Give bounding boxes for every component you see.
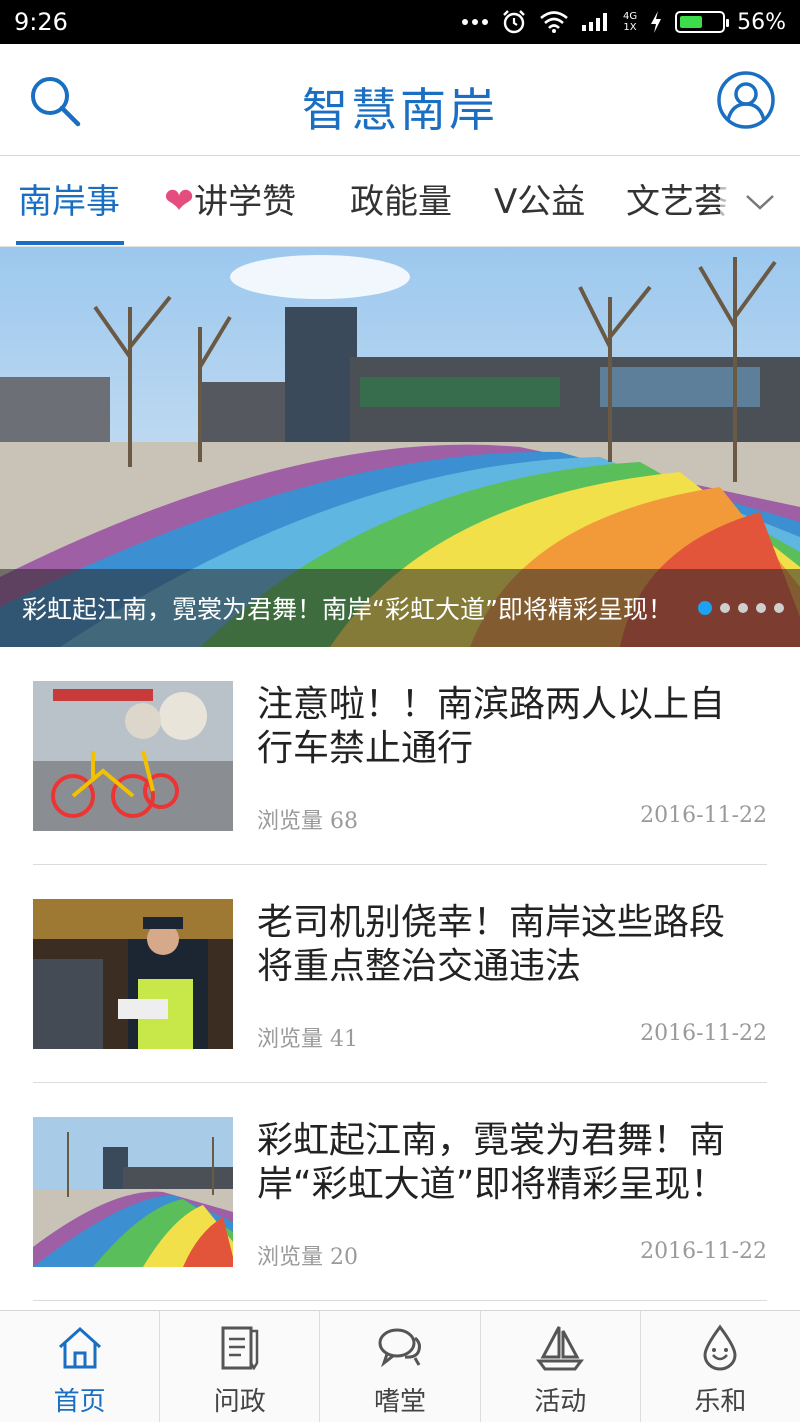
news-date: 2016-11-22 (640, 1021, 767, 1046)
news-thumbnail (33, 899, 233, 1049)
news-item[interactable]: 注意啦！！南滨路两人以上自行车禁止通行 浏览量 68 2016-11-22 (33, 647, 767, 865)
tab-zheng-neng-liang[interactable]: 政能量 (350, 157, 452, 246)
carousel-dot[interactable] (774, 603, 784, 613)
carousel-dot[interactable] (756, 603, 766, 613)
bottom-nav: 首页 问政 嗜堂 活动 乐和 (0, 1310, 800, 1422)
chevron-down-icon[interactable] (720, 157, 800, 246)
nav-le-he[interactable]: 乐和 (641, 1311, 800, 1422)
status-time: 9:26 (14, 8, 68, 36)
carousel-dot[interactable] (698, 601, 712, 615)
user-profile-icon[interactable] (716, 70, 776, 130)
category-tabs: 南岸事 ❤讲学赞 政能量 V公益 文艺荟 (0, 157, 800, 247)
active-tab-indicator (16, 241, 124, 245)
news-title: 彩虹起江南，霓裳为君舞！南岸“彩虹大道”即将精彩呈现！ (257, 1120, 727, 1205)
document-icon (221, 1326, 259, 1371)
nav-label: 首页 (53, 1387, 106, 1417)
status-bar: 9:26 4G 1X 56% (0, 0, 800, 44)
tab-v-gong-yi[interactable]: V公益 (494, 157, 586, 246)
heart-icon: ❤ (164, 181, 195, 222)
water-drop-icon (703, 1324, 737, 1371)
battery-fill (680, 16, 703, 28)
carousel-dots (698, 601, 784, 615)
tab-nan-an-shi[interactable]: 南岸事 (18, 157, 120, 246)
tab-wen-yi[interactable]: 文艺荟 (626, 157, 728, 246)
battery-percent: 56% (737, 9, 786, 35)
tab-jiang-xue-zan[interactable]: ❤讲学赞 (164, 157, 297, 246)
banner-caption: 彩虹起江南，霓裳为君舞！南岸“彩虹大道”即将精彩呈现！ (0, 569, 800, 647)
network-type: 4G 1X (622, 11, 638, 33)
alarm-clock-icon (501, 9, 527, 35)
tab-label: 文艺荟 (626, 182, 728, 222)
news-item[interactable]: 彩虹起江南，霓裳为君舞！南岸“彩虹大道”即将精彩呈现！ 浏览量 20 2016-… (33, 1083, 767, 1301)
app-header: 智慧南岸 (0, 44, 800, 156)
tab-label: 政能量 (350, 182, 452, 222)
nav-label: 问政 (213, 1387, 266, 1417)
nav-label: 活动 (534, 1387, 587, 1417)
tab-label: V公益 (494, 182, 586, 222)
charging-icon (649, 10, 663, 34)
carousel-dot[interactable] (720, 603, 730, 613)
nav-label: 乐和 (694, 1387, 747, 1417)
signal-icon (581, 11, 611, 33)
nav-shi-tang[interactable]: 嗜堂 (320, 1311, 481, 1422)
news-date: 2016-11-22 (640, 1239, 767, 1264)
news-views: 浏览量 20 (257, 1245, 358, 1270)
banner-caption-text: 彩虹起江南，霓裳为君舞！南岸“彩虹大道”即将精彩呈现！ (22, 595, 673, 624)
tab-label: 讲学赞 (194, 182, 297, 222)
status-icons: 4G 1X 56% (461, 9, 786, 35)
news-views: 浏览量 68 (257, 809, 358, 834)
chat-icon (378, 1328, 421, 1368)
news-views: 浏览量 41 (257, 1027, 358, 1052)
news-title: 注意啦！！南滨路两人以上自行车禁止通行 (257, 684, 726, 769)
news-title: 老司机别侥幸！南岸这些路段将重点整治交通违法 (257, 902, 726, 987)
wifi-icon (539, 10, 569, 34)
news-item[interactable]: 老司机别侥幸！南岸这些路段将重点整治交通违法 浏览量 41 2016-11-22 (33, 865, 767, 1083)
nav-wen-zheng[interactable]: 问政 (160, 1311, 321, 1422)
more-dots-icon (461, 17, 489, 27)
battery-icon (675, 11, 730, 33)
tab-label: 南岸事 (18, 182, 120, 222)
nav-home[interactable]: 首页 (0, 1311, 161, 1422)
banner-carousel[interactable]: 彩虹起江南，霓裳为君舞！南岸“彩虹大道”即将精彩呈现！ (0, 247, 800, 647)
nav-huo-dong[interactable]: 活动 (481, 1311, 641, 1422)
news-thumbnail (33, 681, 233, 831)
sailboat-icon (536, 1326, 585, 1371)
carousel-dot[interactable] (738, 603, 748, 613)
page-title: 智慧南岸 (302, 83, 498, 137)
news-thumbnail (33, 1117, 233, 1267)
home-icon (58, 1326, 101, 1369)
nav-label: 嗜堂 (374, 1387, 427, 1417)
news-date: 2016-11-22 (640, 803, 767, 828)
